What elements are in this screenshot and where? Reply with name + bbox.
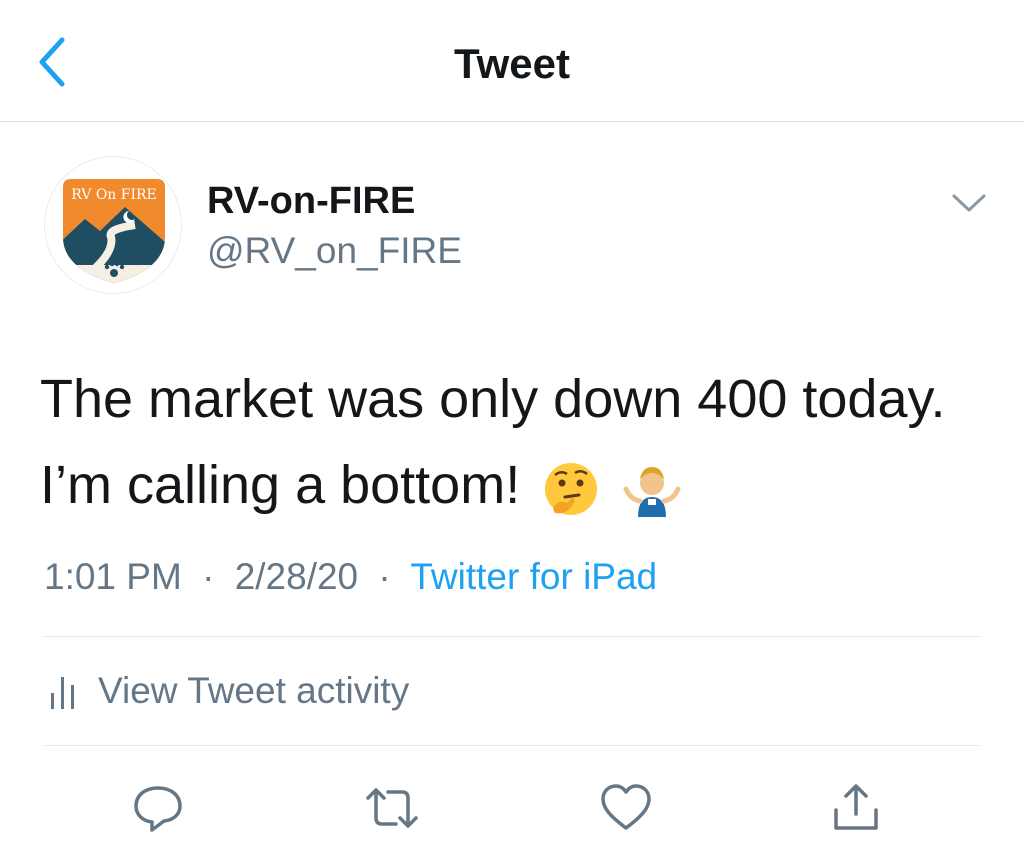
- bar-chart-icon: [51, 677, 74, 709]
- header-bar: Tweet: [0, 0, 1024, 122]
- tweet-options-button[interactable]: [948, 188, 990, 218]
- divider: [44, 636, 980, 637]
- divider: [44, 745, 980, 746]
- reply-icon: [134, 786, 182, 832]
- activity-label: View Tweet activity: [98, 670, 410, 711]
- shrugging-person-emoji: [623, 466, 681, 517]
- user-handle[interactable]: @RV_on_FIRE: [207, 230, 462, 272]
- thinking-face-emoji: [545, 462, 598, 515]
- meta-separator: ·: [202, 556, 215, 597]
- view-tweet-activity-button[interactable]: View Tweet activity: [48, 668, 409, 714]
- display-name[interactable]: RV-on-FIRE: [207, 180, 415, 223]
- share-icon: [834, 784, 878, 830]
- tweet-source-link[interactable]: Twitter for iPad: [410, 556, 657, 597]
- tweet-meta: 1:01 PM · 2/28/20 · Twitter for iPad: [44, 556, 657, 598]
- retweet-icon: [366, 788, 418, 828]
- tweet-text: The market was only down 400 today. I’m …: [40, 356, 980, 528]
- tweet-date: 2/28/20: [234, 556, 359, 597]
- share-button[interactable]: [828, 780, 884, 836]
- avatar[interactable]: RV On FIRE: [44, 156, 182, 294]
- chevron-down-icon: [952, 194, 986, 212]
- like-button[interactable]: [598, 780, 654, 836]
- like-icon: [601, 784, 651, 830]
- svg-text:RV On FIRE: RV On FIRE: [71, 187, 157, 203]
- retweet-button[interactable]: [360, 780, 418, 836]
- meta-separator: ·: [378, 556, 391, 597]
- reply-button[interactable]: [130, 780, 186, 836]
- tweet-body: The market was only down 400 today. I’m …: [40, 369, 946, 515]
- tweet-time: 1:01 PM: [44, 556, 182, 597]
- rv-on-fire-logo: RV On FIRE: [63, 179, 165, 283]
- page-title: Tweet: [454, 40, 570, 87]
